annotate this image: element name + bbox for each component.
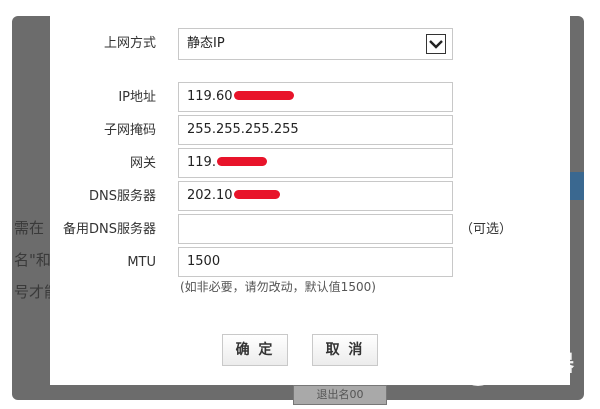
dns-backup-row: 备用DNS服务器 （可选） bbox=[50, 214, 570, 246]
dns-row: DNS服务器 202.10 bbox=[50, 181, 570, 213]
background-header-strip bbox=[570, 172, 584, 200]
mtu-row: MTU 1500 bbox=[50, 247, 570, 279]
wan-settings-dialog: 上网方式 静态IP IP地址 119.60 子网掩码 255.255.255.2… bbox=[50, 0, 570, 385]
optional-note: （可选） bbox=[460, 222, 513, 237]
confirm-button[interactable]: 确 定 bbox=[222, 334, 288, 366]
redaction-mark bbox=[233, 91, 294, 100]
gateway-label: 网关 bbox=[129, 156, 156, 171]
mtu-input[interactable]: 1500 bbox=[178, 247, 453, 277]
dns-label: DNS服务器 bbox=[89, 189, 156, 204]
watermark-subtext: luyouqi.com bbox=[508, 374, 570, 385]
dns-input[interactable]: 202.10 bbox=[178, 181, 453, 211]
gateway-input[interactable]: 119. bbox=[178, 148, 453, 178]
background-text-2: 名"和 bbox=[14, 251, 51, 269]
background-text-1: 需在 bbox=[14, 219, 45, 237]
ip-label: IP地址 bbox=[118, 90, 156, 105]
gateway-value: 119. bbox=[187, 155, 216, 170]
dns-value: 202.10 bbox=[187, 188, 233, 203]
connection-type-select[interactable]: 静态IP bbox=[178, 28, 453, 60]
subnet-value: 255.255.255.255 bbox=[187, 122, 299, 137]
gateway-row: 网关 119. bbox=[50, 148, 570, 180]
subnet-label: 子网掩码 bbox=[103, 123, 156, 138]
background-button: 退出名00 bbox=[293, 385, 387, 405]
dns-backup-input[interactable] bbox=[178, 214, 453, 244]
redaction-mark bbox=[233, 190, 280, 199]
connection-type-value: 静态IP bbox=[187, 36, 225, 51]
ip-input[interactable]: 119.60 bbox=[178, 82, 453, 112]
ip-value: 119.60 bbox=[187, 89, 233, 104]
subnet-input[interactable]: 255.255.255.255 bbox=[178, 115, 453, 145]
router-logo-icon bbox=[458, 346, 498, 386]
mtu-hint: (如非必要，请勿改动，默认值1500) bbox=[180, 280, 376, 294]
watermark: 路由器 luyouqi.com bbox=[458, 346, 588, 390]
subnet-row: 子网掩码 255.255.255.255 bbox=[50, 115, 570, 147]
ip-row: IP地址 119.60 bbox=[50, 82, 570, 114]
mtu-label: MTU bbox=[127, 255, 156, 270]
mtu-value: 1500 bbox=[187, 254, 221, 269]
dns-backup-label: 备用DNS服务器 bbox=[63, 222, 156, 237]
chevron-down-icon[interactable] bbox=[426, 34, 446, 54]
redaction-mark bbox=[216, 157, 267, 166]
connection-type-label: 上网方式 bbox=[103, 36, 156, 51]
cancel-button[interactable]: 取 消 bbox=[312, 334, 378, 366]
connection-type-row: 上网方式 静态IP bbox=[50, 28, 570, 60]
